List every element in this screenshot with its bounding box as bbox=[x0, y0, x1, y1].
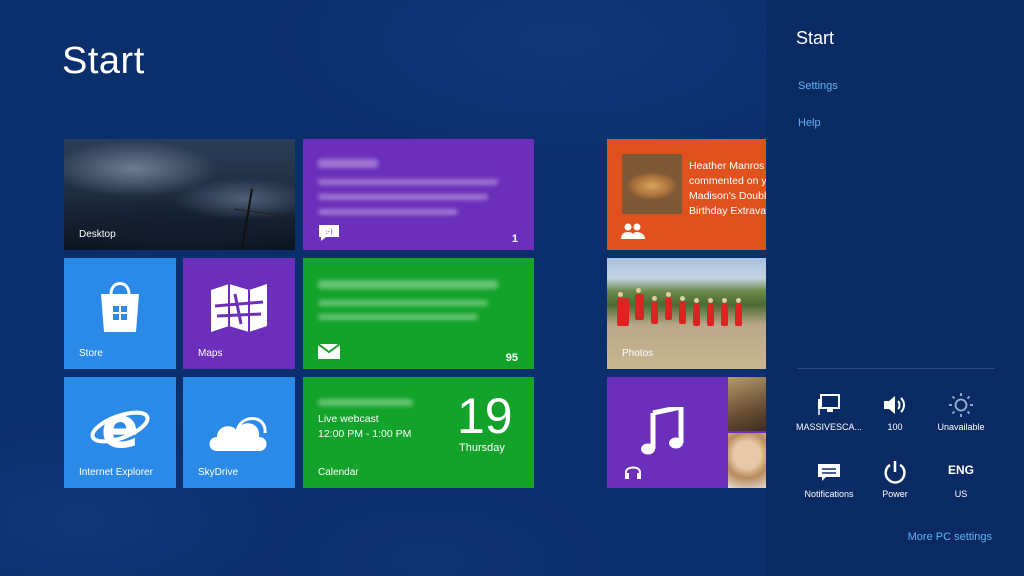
notifications-icon bbox=[818, 464, 840, 481]
tile-label: Desktop bbox=[79, 229, 116, 240]
page-title: Start bbox=[62, 40, 145, 82]
tile-messaging[interactable]: :-) 1 bbox=[303, 139, 534, 250]
blurred-text bbox=[318, 194, 488, 200]
headphones-icon bbox=[625, 466, 641, 479]
unread-count: 95 bbox=[505, 352, 518, 364]
notifications-label: Notifications bbox=[804, 489, 854, 499]
people-update: Heather Manros commented on y Madison's … bbox=[689, 160, 766, 217]
tile-label: Photos bbox=[622, 348, 654, 359]
help-link[interactable]: Help bbox=[798, 117, 821, 129]
blurred-text bbox=[318, 399, 413, 406]
blurred-text bbox=[318, 209, 458, 215]
volume-label: 100 bbox=[887, 422, 903, 432]
photo-figure bbox=[635, 288, 644, 320]
messaging-icon: :-) bbox=[319, 225, 339, 241]
blurred-text bbox=[318, 300, 488, 306]
charm-pane-title: Start bbox=[796, 28, 835, 48]
tile-people[interactable]: Heather Manros commented on y Madison's … bbox=[607, 139, 766, 250]
volume-button[interactable]: 100 bbox=[862, 390, 928, 432]
brightness-label: Unavailable bbox=[937, 422, 985, 432]
network-icon bbox=[818, 394, 840, 415]
skydrive-cloud-icon bbox=[209, 417, 267, 451]
tile-label: Maps bbox=[198, 348, 223, 359]
blurred-text bbox=[318, 159, 378, 168]
blurred-text bbox=[318, 179, 498, 185]
tile-photos[interactable]: Photos bbox=[607, 258, 766, 369]
tile-label: Store bbox=[79, 348, 103, 359]
network-button[interactable]: MASSIVESCA... bbox=[796, 390, 862, 432]
brightness-button[interactable]: Unavailable bbox=[928, 390, 994, 432]
speaker-icon bbox=[884, 396, 905, 414]
album-art-top bbox=[728, 377, 766, 431]
calendar-day-number: 19 bbox=[457, 388, 513, 444]
calendar-weekday: Thursday bbox=[459, 442, 505, 454]
photo-figure bbox=[693, 298, 700, 326]
photo-figure bbox=[679, 296, 686, 324]
tile-music[interactable] bbox=[607, 377, 766, 488]
keyboard-language-icon: ENG bbox=[947, 463, 974, 477]
photo-figure bbox=[707, 298, 714, 326]
photo-figure bbox=[665, 292, 672, 320]
charm-divider bbox=[797, 368, 995, 369]
tile-desktop[interactable]: Desktop bbox=[64, 139, 295, 250]
tile-internet-explorer[interactable]: e Internet Explorer bbox=[64, 377, 176, 488]
tile-label: Calendar bbox=[318, 467, 359, 478]
photo-figure bbox=[721, 298, 728, 326]
people-icon bbox=[621, 223, 645, 239]
calendar-event-title: Live webcast bbox=[318, 413, 379, 425]
network-label: MASSIVESCA... bbox=[796, 422, 863, 432]
store-bag-icon bbox=[101, 282, 139, 332]
power-button[interactable]: Power bbox=[862, 457, 928, 499]
blurred-text bbox=[318, 280, 498, 289]
power-icon bbox=[884, 461, 906, 484]
tile-label: Internet Explorer bbox=[79, 467, 153, 478]
people-photo bbox=[622, 154, 682, 214]
photo-figure bbox=[735, 298, 742, 326]
unread-count: 1 bbox=[511, 233, 518, 245]
brightness-icon bbox=[949, 393, 973, 417]
tile-maps[interactable]: Maps bbox=[183, 258, 295, 369]
power-label: Power bbox=[882, 489, 908, 499]
maps-icon bbox=[211, 284, 267, 332]
svg-text::-): :-) bbox=[325, 228, 333, 236]
tile-store[interactable]: Store bbox=[64, 258, 176, 369]
photo-figure bbox=[617, 292, 629, 326]
more-pc-settings-link[interactable]: More PC settings bbox=[908, 531, 992, 543]
photo-figure bbox=[651, 296, 658, 324]
mail-icon bbox=[318, 344, 340, 359]
tile-skydrive[interactable]: SkyDrive bbox=[183, 377, 295, 488]
album-art-bottom bbox=[728, 433, 766, 488]
settings-link[interactable]: Settings bbox=[798, 80, 838, 92]
music-note-icon bbox=[641, 407, 684, 455]
power-line-graphic bbox=[234, 188, 294, 249]
keyboard-region-label: US bbox=[954, 489, 968, 499]
keyboard-button[interactable]: ENG US bbox=[928, 457, 994, 499]
notifications-button[interactable]: Notifications bbox=[796, 457, 862, 499]
tile-calendar[interactable]: Live webcast 12:00 PM - 1:00 PM 19 Thurs… bbox=[303, 377, 534, 488]
internet-explorer-icon: e bbox=[90, 399, 150, 457]
blurred-text bbox=[318, 314, 478, 320]
settings-charm-pane: Start Settings Help MASSIVESCA... 100 Un… bbox=[767, 0, 1024, 576]
calendar-event-time: 12:00 PM - 1:00 PM bbox=[318, 428, 412, 440]
tile-label: SkyDrive bbox=[198, 467, 239, 478]
svg-text:e: e bbox=[101, 399, 139, 457]
tile-mail[interactable]: 95 bbox=[303, 258, 534, 369]
